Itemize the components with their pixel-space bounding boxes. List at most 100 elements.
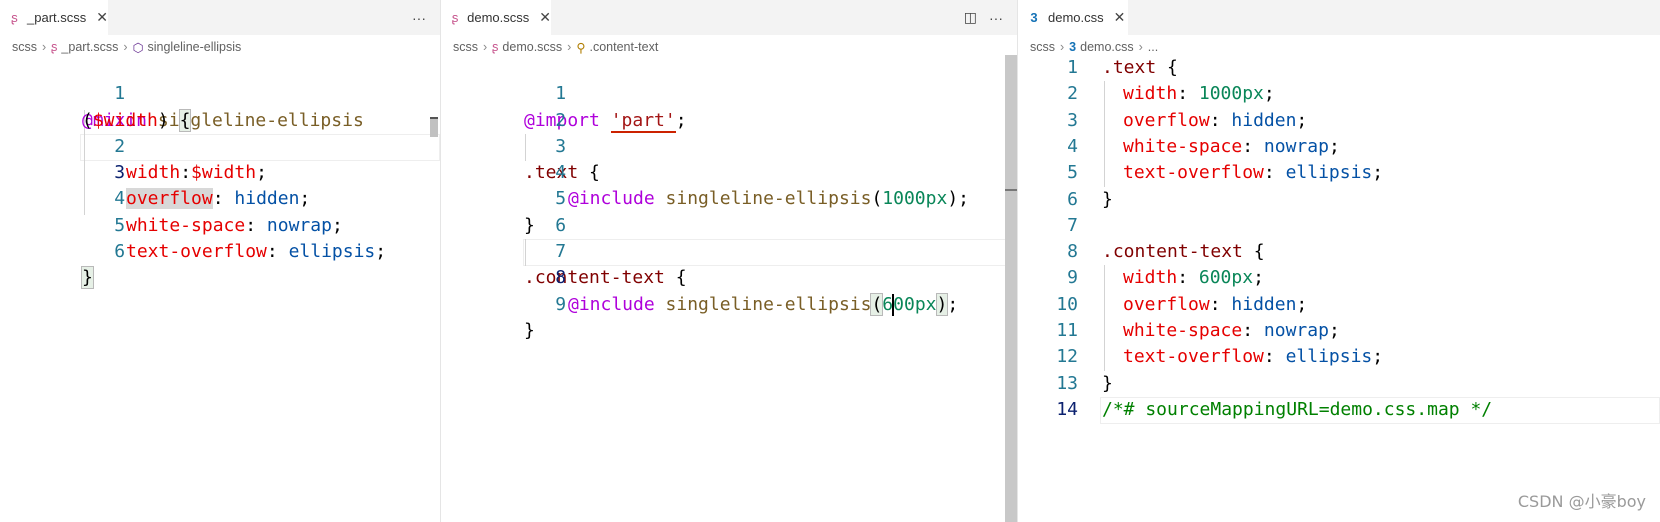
code-editor[interactable]: 1 @mixin singleline-ellipsis ($width) { …: [0, 55, 440, 522]
token-value: nowrap: [1263, 320, 1329, 341]
tab-bar: ʂ _part.scss ✕ ···: [0, 0, 440, 35]
code-line: 2: [441, 81, 1017, 131]
code-line: 4 white-space: nowrap;: [0, 160, 440, 235]
tab-demo-css[interactable]: 3 demo.css ✕: [1018, 0, 1128, 35]
token-punct: :: [1263, 162, 1286, 184]
token-punct: :: [1263, 346, 1286, 368]
token-number: 1000px: [1198, 83, 1264, 105]
token-value: hidden: [1231, 109, 1297, 131]
chevron-right-icon: ›: [483, 40, 488, 54]
line-number: 5: [1067, 162, 1078, 184]
code-line: 6: [441, 187, 1017, 236]
line-number: 9: [555, 293, 567, 315]
token-selector: .content-text: [1102, 241, 1243, 263]
code-line: 6 }: [0, 213, 440, 290]
token-punct: :: [1242, 135, 1264, 157]
token-punct: :: [1177, 267, 1199, 289]
token-punct: ;: [1372, 162, 1384, 184]
line-number: 3: [1067, 109, 1078, 131]
cube-icon: ⬡: [132, 40, 144, 55]
css-file-icon: 3: [1069, 40, 1077, 54]
token-value: nowrap: [1263, 135, 1329, 157]
line-number: 1: [1067, 57, 1078, 78]
token-bracket: ): [935, 292, 949, 316]
crumb-symbol[interactable]: ...: [1148, 40, 1158, 54]
code-line: 4 @include singleline-ellipsis(1000px);: [441, 134, 1017, 209]
token-bracket: (: [870, 292, 884, 316]
token-mixin-name: singleline-ellipsis: [665, 293, 872, 315]
line-number: 6: [1067, 188, 1078, 210]
sass-file-icon: ʂ: [492, 40, 499, 54]
line-number: 7: [1067, 214, 1078, 236]
code-line: 5 text-overflow: ellipsis;: [0, 187, 440, 262]
tab-label: _part.scss: [27, 10, 87, 25]
crumb-folder[interactable]: scss: [453, 40, 478, 54]
tab-bar: 3 demo.css ✕: [1018, 0, 1660, 35]
token-property: overflow: [1123, 293, 1210, 315]
line-number: 11: [1056, 320, 1078, 341]
line-number: 14: [1056, 398, 1078, 420]
token-property: text-overflow: [126, 241, 267, 263]
tab-demo-scss[interactable]: ʂ demo.scss ✕: [441, 0, 551, 35]
token-punct: :: [266, 241, 289, 263]
token-property: text-overflow: [1123, 162, 1264, 184]
code-line: 8 @include singleline-ellipsis(600px);: [441, 239, 1017, 316]
close-icon[interactable]: ✕: [1114, 9, 1126, 26]
line-number: 12: [1056, 346, 1078, 368]
crumb-file[interactable]: _part.scss: [61, 40, 118, 54]
token-punct: ;: [1328, 320, 1340, 341]
crumb-folder[interactable]: scss: [1030, 40, 1055, 54]
crumb-symbol[interactable]: .content-text: [590, 40, 659, 54]
token-property: overflow: [1123, 109, 1210, 131]
token-punct: :: [1177, 83, 1199, 105]
token-punct: }: [1102, 372, 1113, 394]
more-actions-icon[interactable]: ···: [989, 10, 1003, 26]
token-punct: {: [1156, 57, 1178, 78]
token-punct: ;: [1328, 135, 1340, 157]
code-editor[interactable]: 1 @import 'part'; 2 3 .text { 4 @include…: [441, 55, 1017, 522]
token-value: ellipsis: [1285, 162, 1373, 184]
more-actions-icon[interactable]: ···: [412, 10, 426, 26]
code-line: 3 overflow: hidden;: [0, 134, 440, 210]
crumb-file[interactable]: demo.css: [1080, 40, 1134, 54]
token-property: white-space: [1123, 320, 1243, 341]
crumb-file[interactable]: demo.scss: [502, 40, 562, 54]
close-icon[interactable]: ✕: [539, 9, 551, 26]
line-number: 9: [1067, 267, 1078, 289]
token-punct: ;: [1253, 267, 1264, 289]
line-number: 4: [1067, 135, 1078, 157]
token-value: hidden: [1231, 293, 1297, 315]
token-punct: :: [1209, 109, 1232, 131]
editor-pane-demo-css: 3 demo.css ✕ scss › 3 demo.css › ... 1 .t…: [1018, 0, 1660, 522]
split-editor-icon[interactable]: ◫: [964, 9, 977, 26]
sass-file-icon: ʂ: [11, 10, 18, 25]
chevron-right-icon: ›: [567, 40, 572, 54]
sass-file-icon: ʂ: [451, 10, 459, 25]
token-bracket: }: [81, 266, 94, 290]
close-icon[interactable]: ✕: [96, 9, 108, 26]
token-punct: }: [1102, 188, 1113, 210]
crumb-folder[interactable]: scss: [12, 40, 37, 54]
token-punct: ;: [947, 293, 959, 315]
crumb-symbol[interactable]: singleline-ellipsis: [147, 40, 241, 54]
editor-pane-demo-scss: ʂ demo.scss ✕ ◫ ··· scss › ʂ demo.scss ›…: [441, 0, 1017, 522]
code-line: 2 width:$width;: [0, 108, 440, 183]
code-editor[interactable]: 1 .text { 2 width: 1000px; 3 overflow: hidd…: [1018, 55, 1660, 522]
code-line: ($width) {: [0, 81, 440, 132]
editor-pane-part-scss: ʂ _part.scss ✕ ··· scss › ʂ _part.scss ›…: [0, 0, 440, 522]
token-keyword: @include: [568, 293, 655, 315]
tab-label: demo.scss: [467, 10, 530, 25]
line-number: 6: [114, 241, 126, 263]
sass-file-icon: ʂ: [51, 40, 58, 54]
token-punct: :: [1242, 320, 1264, 341]
line-number: 2: [1067, 83, 1078, 105]
token-property: text-overflow: [1123, 346, 1264, 368]
token-value: ellipsis: [288, 241, 376, 263]
token-punct: :: [1209, 293, 1232, 315]
selector-icon: ⚲: [576, 40, 586, 55]
token-punct: ;: [375, 241, 387, 263]
token-punct: ;: [1296, 293, 1308, 315]
token-punct: ;: [1372, 346, 1384, 368]
tab-part-scss[interactable]: ʂ _part.scss ✕: [0, 0, 108, 35]
